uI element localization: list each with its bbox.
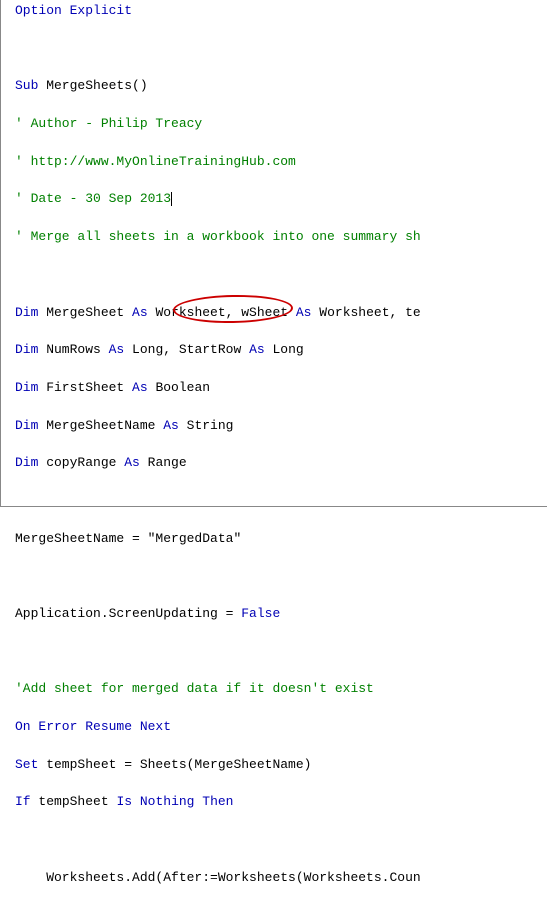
keyword-false: False <box>241 606 280 621</box>
keyword-explicit: Explicit <box>62 3 132 18</box>
keyword-as: As <box>109 342 125 357</box>
ident: tempSheet <box>31 794 117 809</box>
code-editor[interactable]: Option Explicit Sub MergeSheets() ' Auth… <box>15 2 547 907</box>
keyword-as: As <box>124 455 140 470</box>
keyword-option: Option <box>15 3 62 18</box>
comment-date: ' Date - 30 Sep 2013 <box>15 191 171 206</box>
comment-addsheet: 'Add sheet for merged data if it doesn't… <box>15 681 374 696</box>
ident <box>132 794 140 809</box>
comment-url: ' http://www.MyOnlineTrainingHub.com <box>15 154 296 169</box>
ident: NumRows <box>38 342 108 357</box>
text-cursor <box>171 192 172 206</box>
ident: Worksheet, te <box>311 305 420 320</box>
comment-desc: ' Merge all sheets in a workbook into on… <box>15 229 421 244</box>
assignment-left: MergeSheetName = <box>15 531 148 546</box>
ident <box>194 794 202 809</box>
keyword-is: Is <box>116 794 132 809</box>
ident: Boolean <box>148 380 210 395</box>
keyword-as: As <box>249 342 265 357</box>
ident: MergeSheet <box>38 305 132 320</box>
keyword-set: Set <box>15 757 38 772</box>
ident: Long, StartRow <box>124 342 249 357</box>
worksheets-add: Worksheets.Add(After:=Worksheets(Workshe… <box>15 870 421 885</box>
ident: FirstSheet <box>38 380 132 395</box>
ident: Long <box>265 342 304 357</box>
ident: copyRange <box>38 455 124 470</box>
ident: String <box>179 418 234 433</box>
ident: Worksheet, wSheet <box>148 305 296 320</box>
keyword-dim: Dim <box>15 418 38 433</box>
keyword-then: Then <box>202 794 233 809</box>
string-literal-mergeddata: "MergedData" <box>148 531 242 546</box>
keyword-as: As <box>132 305 148 320</box>
keyword-sub: Sub <box>15 78 38 93</box>
keyword-dim: Dim <box>15 305 38 320</box>
keyword-as: As <box>163 418 179 433</box>
keyword-dim: Dim <box>15 342 38 357</box>
keyword-as: As <box>296 305 312 320</box>
ident: Range <box>140 455 187 470</box>
keyword-as: As <box>132 380 148 395</box>
keyword-onerror: On Error Resume Next <box>15 719 171 734</box>
ident: tempSheet = Sheets(MergeSheetName) <box>38 757 311 772</box>
keyword-nothing: Nothing <box>140 794 195 809</box>
keyword-if: If <box>15 794 31 809</box>
ident: MergeSheetName <box>38 418 163 433</box>
keyword-dim: Dim <box>15 380 38 395</box>
sub-name: MergeSheets() <box>38 78 147 93</box>
screenupdating: Application.ScreenUpdating = <box>15 606 241 621</box>
comment-author: ' Author - Philip Treacy <box>15 116 202 131</box>
keyword-dim: Dim <box>15 455 38 470</box>
